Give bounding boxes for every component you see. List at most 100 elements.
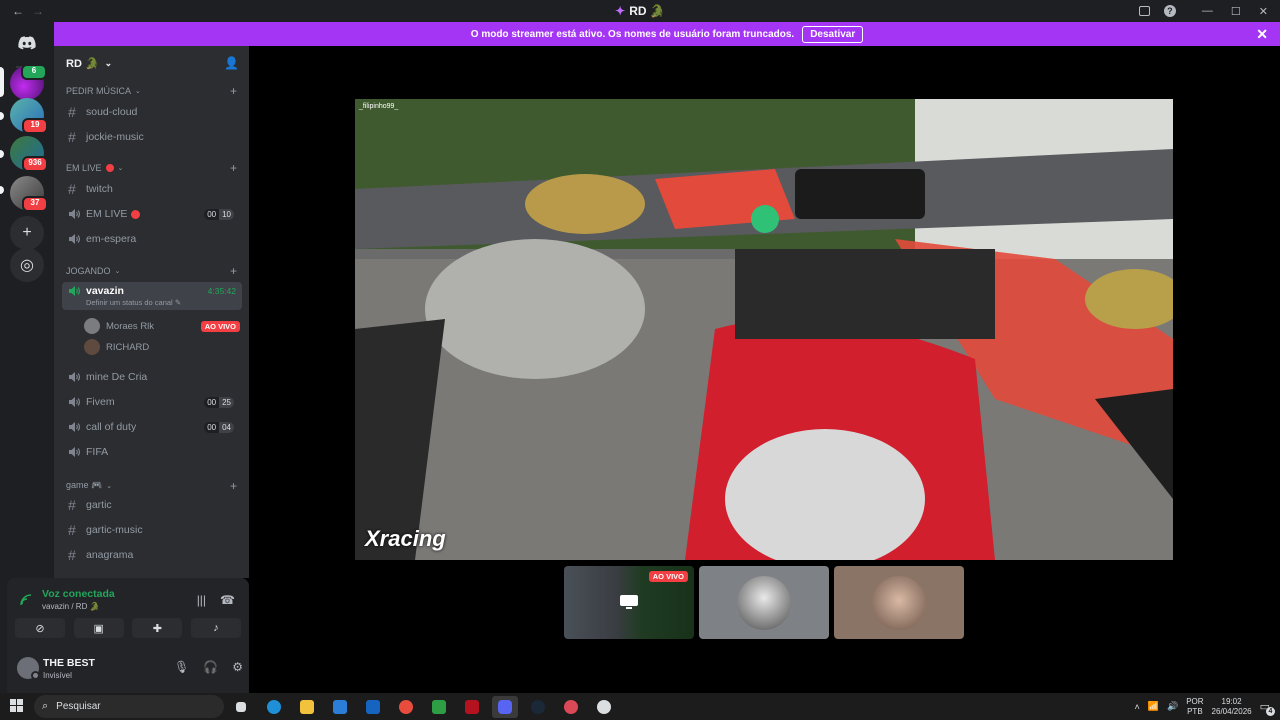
voice-channel-icon <box>68 233 86 245</box>
notification-icon[interactable]: ▭ 4 <box>1260 700 1275 716</box>
participant-tile[interactable] <box>699 566 829 639</box>
help-icon[interactable]: ? <box>1163 5 1176 17</box>
inbox-icon[interactable] <box>1138 6 1150 16</box>
avatar <box>84 339 100 355</box>
explore-servers-button[interactable]: ◎ <box>10 248 44 282</box>
stream-video[interactable]: _filipinho99_ Xracing <box>355 99 1173 560</box>
steam-icon[interactable] <box>525 696 551 718</box>
channel-call-of-duty[interactable]: call of duty 00 04 <box>62 415 242 439</box>
chevron-down-icon: ⌄ <box>135 88 141 95</box>
server-folder-1[interactable]: 19 <box>10 98 48 134</box>
chevron-down-icon: ⌄ <box>114 268 121 275</box>
chevron-up-icon[interactable]: ˄ <box>1135 702 1140 712</box>
text-channel-icon: # <box>68 547 76 563</box>
voice-user[interactable]: RICHARD <box>84 337 240 357</box>
add-channel-icon[interactable]: + <box>230 161 237 175</box>
close-window-button[interactable]: ✕ <box>1259 5 1268 18</box>
windows-taskbar: ⌕ Pesquisar ˄ 📶 🔊 POR PTB 19:02 26/04/2026… <box>0 693 1280 720</box>
volume-icon[interactable]: 🔊 <box>1167 701 1178 712</box>
stream-watermark: Xracing <box>365 526 446 551</box>
channel-mine-de-cria[interactable]: mine De Cria <box>62 365 242 389</box>
headphones-icon[interactable]: 🎧 <box>203 660 218 674</box>
app-icon[interactable] <box>591 696 617 718</box>
share-screen-button[interactable]: ▣ <box>73 618 124 638</box>
username[interactable]: THE BEST <box>43 657 95 669</box>
back-icon[interactable]: ← <box>12 4 24 18</box>
category-pedir-musica[interactable]: PEDIR MÚSICA ⌄ + <box>66 84 237 98</box>
close-banner-icon[interactable]: ✕ <box>1256 26 1268 43</box>
motorcycle-scene <box>355 99 1173 560</box>
signal-icon <box>20 594 32 606</box>
chrome-icon[interactable] <box>558 696 584 718</box>
channel-vavazin[interactable]: vavazin Definir um status do canal ✎ 4:3… <box>62 282 242 310</box>
disable-streamer-button[interactable]: Desativar <box>802 25 864 43</box>
channel-gartic-music[interactable]: # gartic-music <box>62 518 242 542</box>
participant-tile[interactable]: AO VIVO <box>564 566 694 639</box>
channel-twitch[interactable]: # twitch <box>62 177 242 201</box>
soundboard-button[interactable]: ♪ <box>190 618 241 638</box>
unread-indicator <box>0 150 4 158</box>
discord-logo-icon <box>18 36 36 50</box>
live-badge: AO VIVO <box>648 571 688 582</box>
streamer-mode-banner: O modo streamer está ativo. Os nomes de … <box>54 22 1280 46</box>
window-title: ✦ RD 🐊 <box>615 4 665 18</box>
category-game[interactable]: game 🎮 ⌄ + <box>66 479 237 493</box>
clock[interactable]: 19:02 26/04/2026 <box>1212 697 1252 717</box>
store-icon[interactable] <box>327 696 353 718</box>
server-rd[interactable]: 6 <box>10 64 47 100</box>
microphone-icon[interactable]: 🎙 <box>174 660 189 674</box>
instagram-handle: _filipinho99_ <box>359 103 399 110</box>
category-em-live[interactable]: EM LIVE ⌄ + <box>66 161 237 175</box>
invite-people-icon[interactable]: 👤 <box>224 56 239 70</box>
discord-home-button[interactable] <box>10 26 44 60</box>
add-channel-icon[interactable]: + <box>230 84 237 98</box>
channel-sidebar: RD 🐊 ⌄ 👤 PEDIR MÚSICA ⌄ + # soud-cloud # jo… <box>54 46 249 578</box>
channel-soud-cloud[interactable]: # soud-cloud <box>62 100 242 124</box>
taskbar-search[interactable]: ⌕ Pesquisar <box>34 695 224 718</box>
channel-em-live[interactable]: EM LIVE 00 10 <box>62 202 242 226</box>
minimize-button[interactable]: — <box>1202 5 1213 18</box>
chevron-down-icon: ⌄ <box>106 482 113 490</box>
maximize-button[interactable]: ☐ <box>1231 5 1241 18</box>
forward-icon[interactable]: → <box>32 4 44 18</box>
server-icon: ✦ <box>615 4 626 18</box>
noise-suppression-icon[interactable]: ||| <box>197 593 206 607</box>
text-channel-icon: # <box>68 104 76 120</box>
language-indicator[interactable]: POR PTB <box>1186 697 1203 717</box>
text-channel-icon: # <box>68 497 76 513</box>
discord-taskbar-icon[interactable] <box>492 696 518 718</box>
channel-gartic[interactable]: # gartic <box>62 493 242 517</box>
voice-user[interactable]: Moraes Rlk AO VIVO <box>84 316 240 336</box>
file-explorer-icon[interactable] <box>294 696 320 718</box>
server-folder-3[interactable]: 37 <box>10 176 48 212</box>
channel-fifa[interactable]: FIFA <box>62 440 242 464</box>
app-icon[interactable] <box>459 696 485 718</box>
camera-button[interactable]: ⊘ <box>15 618 65 638</box>
task-view-icon[interactable] <box>228 696 254 718</box>
channel-em-espera[interactable]: em-espera <box>62 227 242 251</box>
channel-status[interactable]: Definir um status do canal ✎ <box>86 298 181 307</box>
category-jogando[interactable]: JOGANDO ⌄ + <box>66 264 237 278</box>
channel-anagrama[interactable]: # anagrama <box>62 543 242 567</box>
guild-header[interactable]: RD 🐊 ⌄ 👤 <box>54 46 249 80</box>
add-server-button[interactable]: + <box>10 216 44 250</box>
outlook-icon[interactable] <box>360 696 386 718</box>
channel-fivem[interactable]: Fivem 00 25 <box>62 390 242 414</box>
text-channel-icon: # <box>68 181 76 197</box>
network-icon[interactable]: 📶 <box>1148 701 1159 712</box>
edge-icon[interactable] <box>261 696 287 718</box>
channel-jockie-music[interactable]: # jockie-music <box>62 125 242 149</box>
server-folder-2[interactable]: 936 <box>10 136 48 172</box>
disconnect-icon[interactable]: ☎ <box>220 593 235 607</box>
chrome-icon[interactable] <box>393 696 419 718</box>
participant-thumbnails: AO VIVO <box>564 566 964 639</box>
settings-gear-icon[interactable]: ⚙ <box>232 660 243 674</box>
add-channel-icon[interactable]: + <box>230 264 237 278</box>
text-channel-icon: # <box>68 129 76 145</box>
participant-tile[interactable] <box>834 566 964 639</box>
windows-start-icon[interactable] <box>10 699 23 712</box>
voice-location: vavazin / RD 🐊 <box>42 602 100 611</box>
app-icon[interactable] <box>426 696 452 718</box>
activities-button[interactable]: ✚ <box>132 618 183 638</box>
add-channel-icon[interactable]: + <box>230 479 237 493</box>
